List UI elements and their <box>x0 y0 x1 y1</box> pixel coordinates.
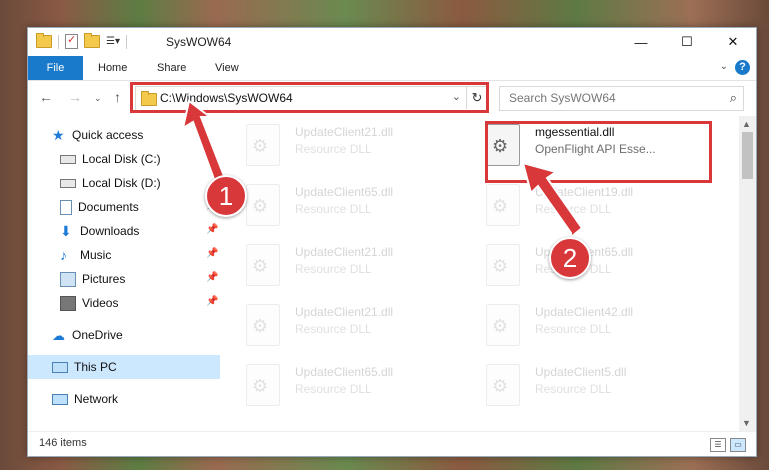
step-badge-1: 1 <box>205 175 247 217</box>
step-badge-2: 2 <box>549 237 591 279</box>
annotation-arrows <box>181 99 584 240</box>
arrow-2 <box>521 161 584 240</box>
